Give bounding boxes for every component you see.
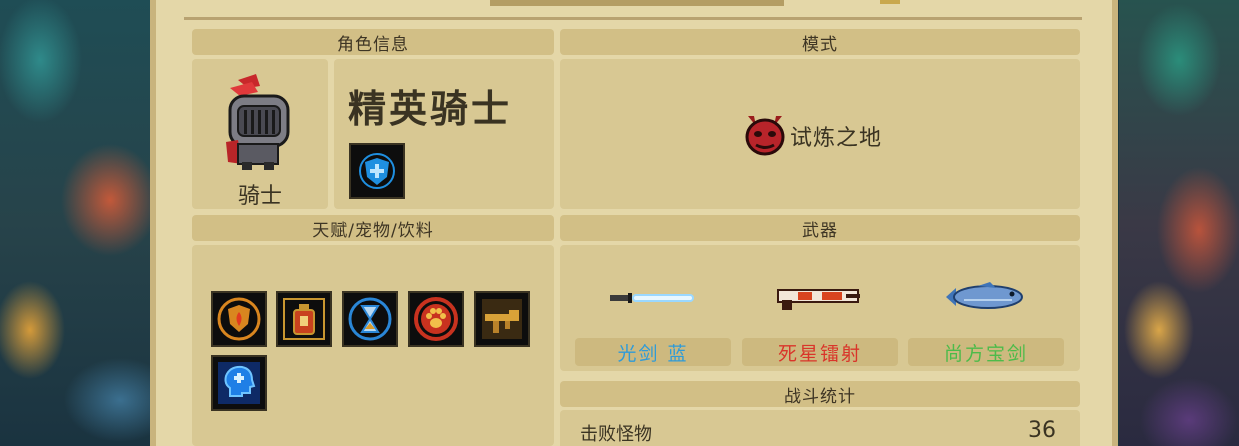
character-name: 精英骑士 xyxy=(348,87,513,131)
skill-slot[interactable] xyxy=(349,143,405,199)
section-header-weapons: 武器 xyxy=(560,215,1080,241)
stat-row: 击败怪物 36 xyxy=(560,410,1080,446)
title-banner xyxy=(490,0,784,6)
talent-slot-4[interactable] xyxy=(408,291,464,347)
section-header-battle-stats: 战斗统计 xyxy=(560,381,1080,407)
weapon-name-1: 光剑 蓝 xyxy=(575,338,731,366)
background-art-left xyxy=(0,0,160,446)
weapon-name-1-text: 光剑 蓝 xyxy=(617,342,689,365)
stat-value: 36 xyxy=(1028,418,1056,443)
paw-icon xyxy=(414,297,458,341)
blue-lightsaber-icon[interactable] xyxy=(610,288,698,308)
blue-head-icon xyxy=(218,362,260,404)
knight-helmet-icon xyxy=(218,72,298,172)
talent-slot-5[interactable] xyxy=(474,291,530,347)
talent-slot-1[interactable] xyxy=(211,291,267,347)
background-art-right xyxy=(1119,0,1239,446)
panel-header xyxy=(150,0,1118,20)
title-ornament xyxy=(880,0,900,4)
fish-sword-icon[interactable] xyxy=(942,280,1032,314)
potion-bottle-icon xyxy=(283,298,325,340)
character-class-label: 骑士 xyxy=(237,184,282,209)
weapon-name-3-text: 尚方宝剑 xyxy=(943,342,1028,365)
demon-mask-icon xyxy=(744,112,786,156)
laser-gun-icon[interactable] xyxy=(776,284,864,312)
talent-slot-3[interactable] xyxy=(342,291,398,347)
section-header-character: 角色信息 xyxy=(192,29,554,55)
weapon-name-3: 尚方宝剑 xyxy=(908,338,1064,366)
talent-slot-6[interactable] xyxy=(211,355,267,411)
stat-label: 击败怪物 xyxy=(580,424,652,445)
mode-name: 试炼之地 xyxy=(790,126,883,151)
weapon-name-2-text: 死星镭射 xyxy=(777,342,862,365)
section-header-talents: 天赋/宠物/饮料 xyxy=(192,215,554,241)
hourglass-icon xyxy=(348,297,392,341)
fire-shield-icon xyxy=(217,297,261,341)
golden-rifle-icon xyxy=(482,299,522,339)
talent-slot-2[interactable] xyxy=(276,291,332,347)
blue-shield-icon xyxy=(359,153,395,189)
weapon-name-2: 死星镭射 xyxy=(742,338,898,366)
section-header-mode: 模式 xyxy=(560,29,1080,55)
header-divider xyxy=(184,17,1082,20)
